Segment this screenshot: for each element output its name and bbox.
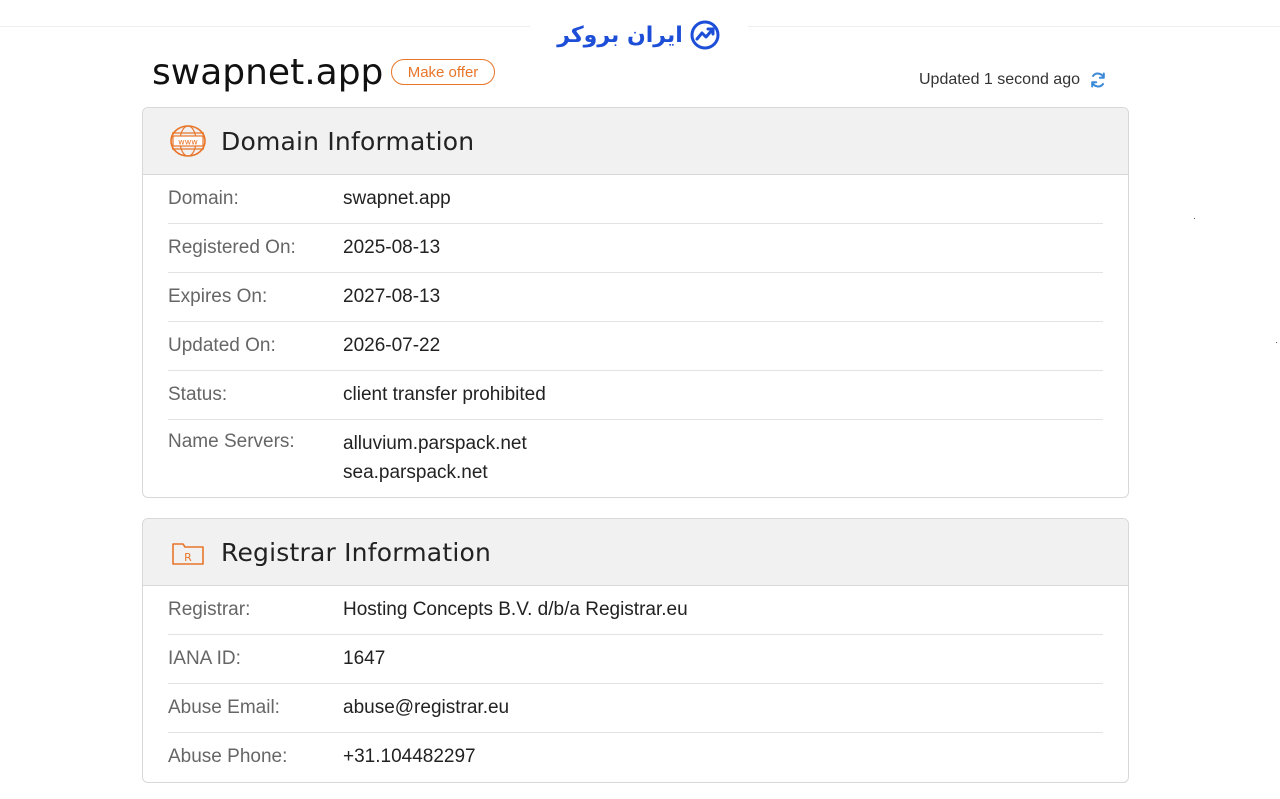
- brand-name: ایران بروکر: [557, 22, 683, 48]
- decorative-dot: [1276, 342, 1277, 343]
- brand-logo[interactable]: ایران بروکر: [530, 14, 748, 56]
- row-label: IANA ID:: [168, 648, 241, 669]
- page-title: swapnet.app: [152, 52, 384, 93]
- chart-up-logo-icon: [690, 20, 720, 50]
- row-label: Status:: [168, 384, 228, 405]
- name-servers-list: alluvium.parspack.net sea.parspack.net: [343, 429, 527, 487]
- row-label: Registered On:: [168, 237, 296, 258]
- row-value: 2025-08-13: [343, 237, 441, 258]
- row-value: abuse@registrar.eu: [343, 697, 510, 718]
- registrar-folder-icon: R: [172, 543, 204, 565]
- info-row-updated-on: Updated On: 2026-07-22: [168, 322, 1103, 371]
- svg-text:www: www: [178, 138, 198, 147]
- info-row-iana-id: IANA ID: 1647: [168, 635, 1103, 684]
- info-row-status: Status: client transfer prohibited: [168, 371, 1103, 420]
- domain-information-card: www Domain Information Domain: swapnet.a…: [142, 107, 1129, 498]
- make-offer-button[interactable]: Make offer: [391, 59, 495, 85]
- row-label: Domain:: [168, 188, 239, 209]
- info-row-name-servers: Name Servers: alluvium.parspack.net sea.…: [168, 420, 1103, 491]
- info-row-domain: Domain: swapnet.app: [168, 175, 1103, 224]
- row-value: +31.104482297: [343, 746, 476, 767]
- info-row-registered-on: Registered On: 2025-08-13: [168, 224, 1103, 273]
- registrar-information-card: R Registrar Information Registrar: Hosti…: [142, 518, 1129, 783]
- row-value: 1647: [343, 648, 386, 669]
- row-label: Abuse Phone:: [168, 746, 288, 767]
- svg-text:R: R: [184, 551, 192, 564]
- row-value: swapnet.app: [343, 188, 451, 209]
- row-label: Name Servers:: [168, 431, 295, 452]
- row-label: Updated On:: [168, 335, 276, 356]
- row-value: Hosting Concepts B.V. d/b/a Registrar.eu: [343, 599, 688, 620]
- card-header: R Registrar Information: [143, 519, 1128, 586]
- info-row-abuse-phone: Abuse Phone: +31.104482297: [168, 733, 1103, 781]
- updated-text: Updated 1 second ago: [918, 71, 1080, 88]
- decorative-dot: [1194, 218, 1195, 219]
- card-title: Registrar Information: [221, 537, 492, 567]
- updated-status: Updated 1 second ago: [919, 70, 1108, 90]
- row-label: Registrar:: [168, 599, 251, 620]
- name-server-item: alluvium.parspack.net: [343, 433, 527, 454]
- card-header: www Domain Information: [143, 108, 1128, 175]
- refresh-icon[interactable]: [1088, 70, 1108, 90]
- info-row-registrar: Registrar: Hosting Concepts B.V. d/b/a R…: [168, 586, 1103, 635]
- card-title: Domain Information: [221, 126, 475, 156]
- info-row-abuse-email: Abuse Email: abuse@registrar.eu: [168, 684, 1103, 733]
- row-value: client transfer prohibited: [343, 384, 546, 405]
- row-label: Abuse Email:: [168, 697, 280, 718]
- www-globe-icon: www: [170, 125, 206, 157]
- info-row-expires-on: Expires On: 2027-08-13: [168, 273, 1103, 322]
- row-value: 2027-08-13: [343, 286, 441, 307]
- row-label: Expires On:: [168, 286, 268, 307]
- row-value: 2026-07-22: [343, 335, 441, 356]
- name-server-item: sea.parspack.net: [343, 462, 488, 483]
